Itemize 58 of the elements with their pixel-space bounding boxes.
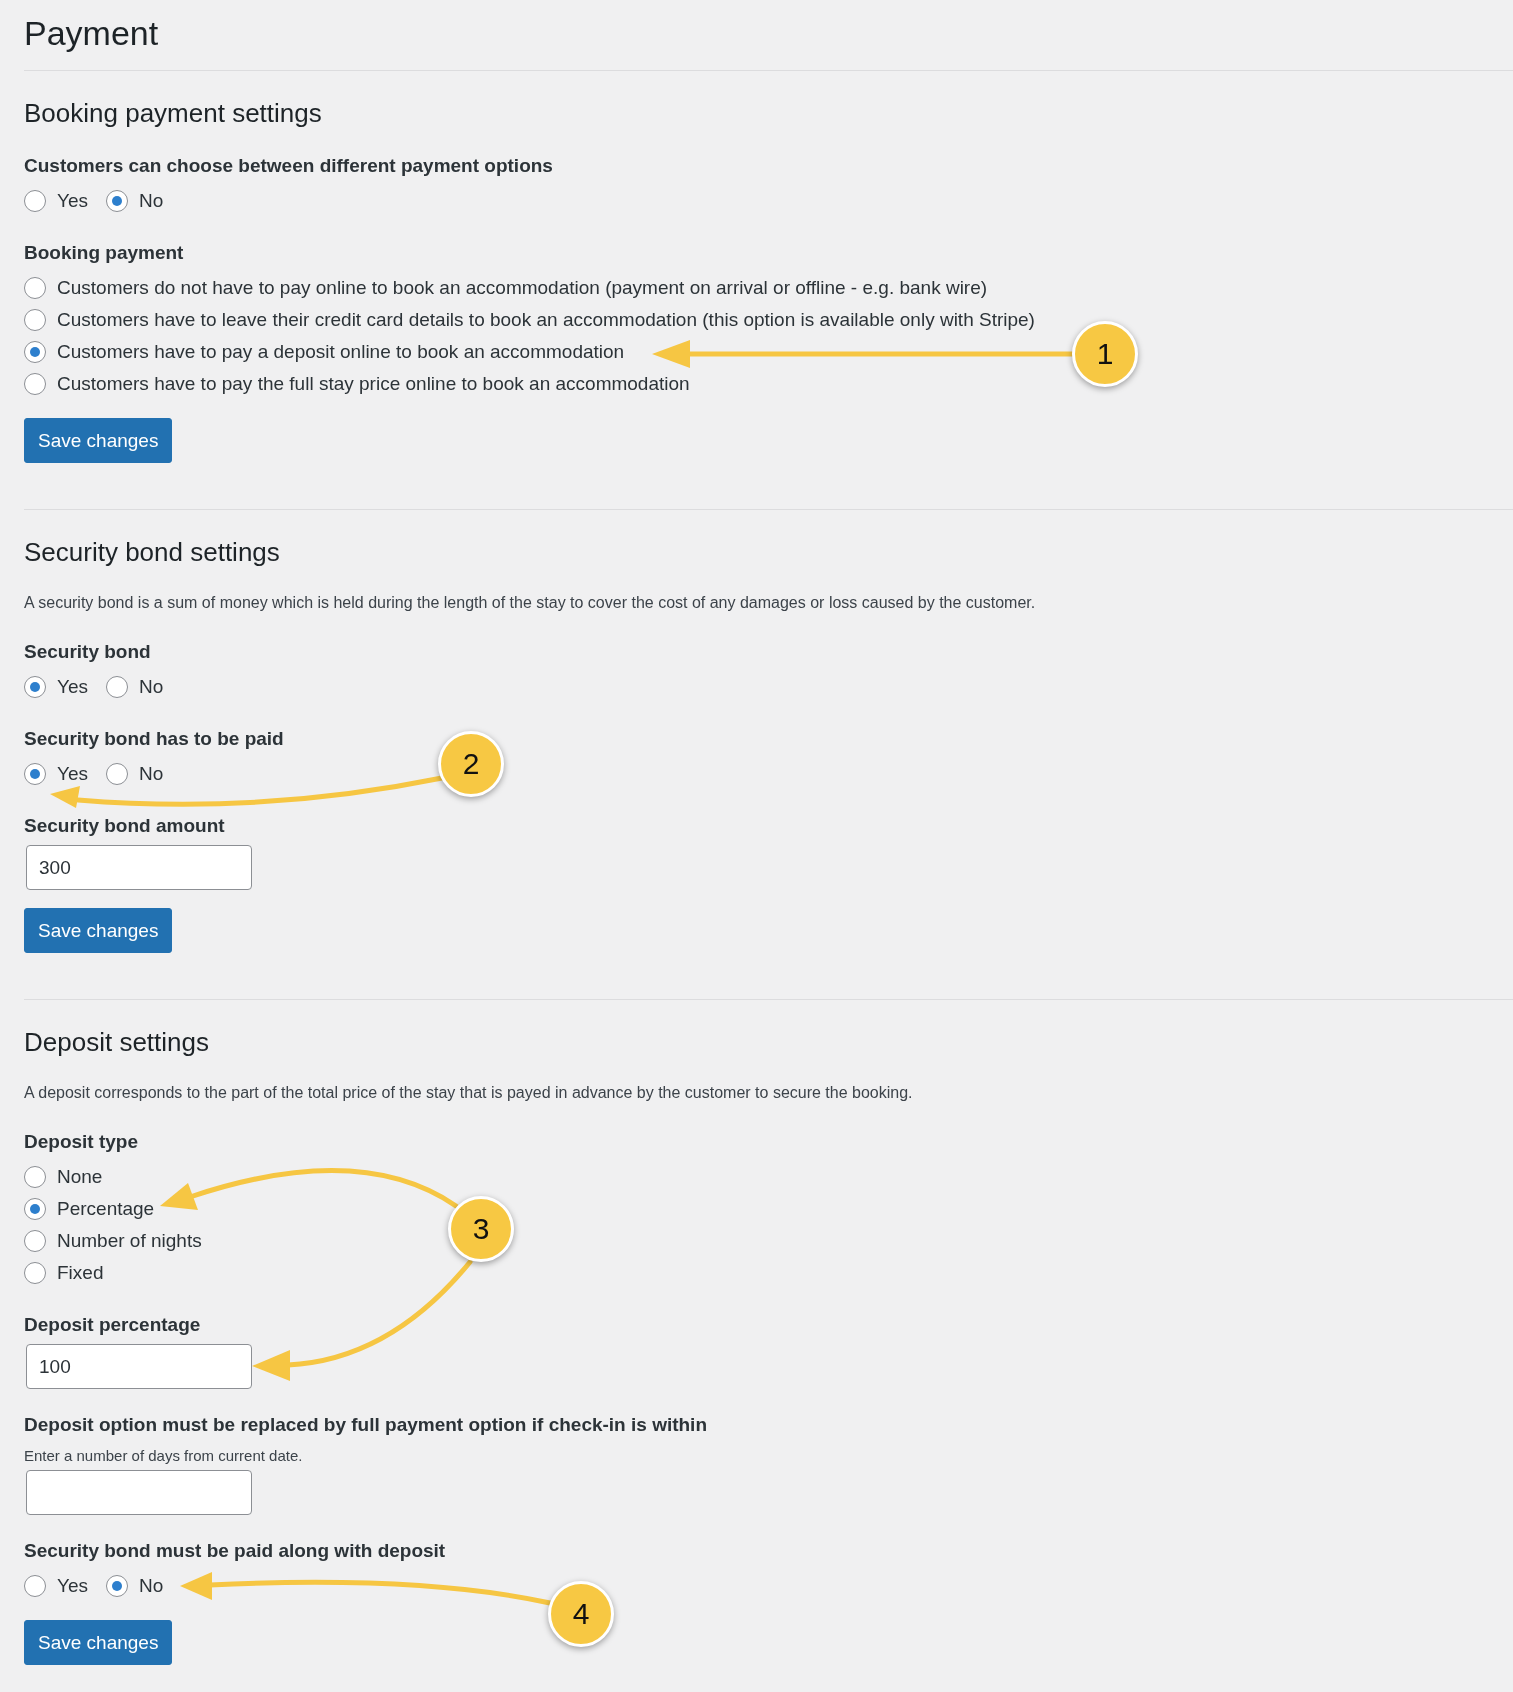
radio-label[interactable]: Customers have to leave their credit card details to book an accommodation (this option is available only with Stripe) <box>57 309 1035 331</box>
radio-button[interactable] <box>24 1230 46 1252</box>
radio-button[interactable] <box>106 763 128 785</box>
input-field[interactable]: 300 <box>26 845 252 890</box>
radio-label[interactable]: No <box>139 1575 164 1597</box>
callout-badge: 3 <box>448 1196 514 1262</box>
radio-label[interactable]: No <box>139 676 164 698</box>
callout-badge: 2 <box>438 731 504 797</box>
radio-button[interactable] <box>106 190 128 212</box>
radio-label[interactable]: Fixed <box>57 1262 104 1284</box>
field-label: Booking payment <box>24 241 184 265</box>
section-description: A deposit corresponds to the part of the total price of the stay that is payed in advance by the customer to secure the booking. <box>24 1083 914 1103</box>
input-field[interactable] <box>26 1470 252 1515</box>
field-label: Security bond <box>24 640 151 664</box>
radio-label[interactable]: Customers do not have to pay online to book an accommodation (payment on arrival or offline - e.g. bank wire) <box>57 277 988 299</box>
radio-button[interactable] <box>106 676 128 698</box>
radio-label[interactable]: Number of nights <box>57 1230 202 1252</box>
section-heading: Security bond settings <box>24 536 281 568</box>
radio-label[interactable]: Yes <box>57 190 88 212</box>
save-button[interactable]: Save changes <box>24 418 173 463</box>
radio-button[interactable] <box>24 1166 46 1188</box>
radio-label[interactable]: No <box>139 763 164 785</box>
radio-label[interactable]: Yes <box>57 763 88 785</box>
field-label: Security bond must be paid along with deposit <box>24 1539 446 1563</box>
input-field[interactable]: 100 <box>26 1344 252 1389</box>
radio-label[interactable]: Percentage <box>57 1198 155 1220</box>
radio-button[interactable] <box>24 763 46 785</box>
radio-button[interactable] <box>24 309 46 331</box>
radio-label[interactable]: Yes <box>57 676 88 698</box>
field-label: Security bond amount <box>24 814 225 838</box>
radio-button[interactable] <box>106 1575 128 1597</box>
section-description: A security bond is a sum of money which is held during the length of the stay to cover the cost of any damages or loss caused by the customer. <box>24 593 1037 613</box>
save-button[interactable]: Save changes <box>24 908 173 953</box>
field-label: Deposit option must be replaced by full payment option if check-in is within <box>24 1413 707 1437</box>
field-label: Deposit type <box>24 1130 139 1154</box>
radio-button[interactable] <box>24 1262 46 1284</box>
save-button[interactable]: Save changes <box>24 1620 173 1665</box>
radio-label[interactable]: None <box>57 1166 103 1188</box>
radio-label[interactable]: Yes <box>57 1575 88 1597</box>
section-heading: Deposit settings <box>24 1026 210 1058</box>
page-title: Payment <box>24 13 160 54</box>
radio-button[interactable] <box>24 676 46 698</box>
radio-button[interactable] <box>24 1198 46 1220</box>
callout-badge: 4 <box>548 1581 614 1647</box>
radio-button[interactable] <box>24 277 46 299</box>
radio-label[interactable]: Customers have to pay the full stay price online to book an accommodation <box>57 373 690 395</box>
field-label: Security bond has to be paid <box>24 727 284 751</box>
radio-button[interactable] <box>24 1575 46 1597</box>
radio-label[interactable]: No <box>139 190 164 212</box>
field-label: Customers can choose between different payment options <box>24 154 553 178</box>
section-heading: Booking payment settings <box>24 97 323 129</box>
radio-button[interactable] <box>24 190 46 212</box>
field-label: Deposit percentage <box>24 1313 201 1337</box>
callout-badge: 1 <box>1072 321 1138 387</box>
radio-button[interactable] <box>24 373 46 395</box>
field-hint: Enter a number of days from current date. <box>24 1446 303 1466</box>
radio-button[interactable] <box>24 341 46 363</box>
radio-label[interactable]: Customers have to pay a deposit online to book an accommodation <box>57 341 625 363</box>
